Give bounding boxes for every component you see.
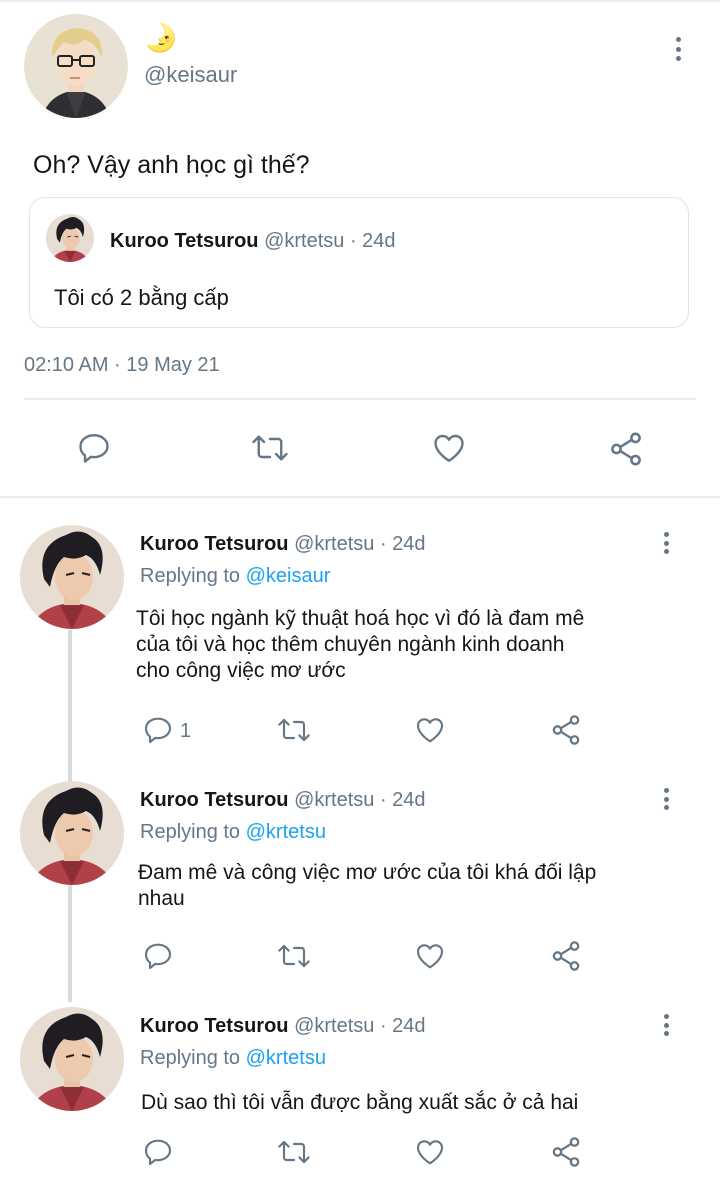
like-icon[interactable] <box>413 1136 447 1168</box>
quote-handle[interactable]: @krtetsu <box>264 230 344 252</box>
like-icon[interactable] <box>413 940 447 972</box>
tweet-timestamp: 02:10 AM · 19 May 21 <box>24 354 220 376</box>
reply-age: · 24d <box>379 789 426 811</box>
reply-text-line: Tôi học ngành kỹ thuật hoá học vì đó là … <box>136 607 585 630</box>
replying-prefix: Replying to <box>140 565 241 587</box>
tweet-text: Oh? Vậy anh học gì thế? <box>33 151 310 179</box>
divider <box>24 398 696 400</box>
retweet-icon[interactable] <box>250 430 290 466</box>
reply-text: Dù sao thì tôi vẫn được bằng xuất sắc ở … <box>141 1090 578 1116</box>
reply-age: · 24d <box>379 1015 426 1037</box>
replying-to-link[interactable]: @krtetsu <box>246 1047 326 1069</box>
replying-to: Replying to @krtetsu <box>140 1046 326 1070</box>
more-options-icon[interactable] <box>662 1014 670 1036</box>
like-icon[interactable] <box>413 714 447 746</box>
reply-header: Kuroo Tetsurou @krtetsu · 24d <box>140 1014 426 1038</box>
reply-count: 1 <box>180 720 192 742</box>
reply-name[interactable]: Kuroo Tetsurou <box>140 533 289 555</box>
share-icon[interactable] <box>549 939 583 973</box>
replying-to-link[interactable]: @krtetsu <box>246 821 326 843</box>
reply-handle[interactable]: @krtetsu <box>294 1015 374 1037</box>
reply-age: · 24d <box>379 533 426 555</box>
quote-header: Kuroo Tetsurou @krtetsu · 24d <box>110 229 396 253</box>
retweet-icon[interactable] <box>276 940 312 972</box>
reply-icon[interactable] <box>76 430 112 466</box>
display-name[interactable]: 🌛 <box>144 22 178 54</box>
reply-name[interactable]: Kuroo Tetsurou <box>140 1015 289 1037</box>
replying-prefix: Replying to <box>140 1047 241 1069</box>
reply-icon[interactable] <box>142 940 174 972</box>
quote-age: · 24d <box>349 230 396 252</box>
reply-icon[interactable] <box>142 714 174 746</box>
like-icon[interactable] <box>430 430 468 466</box>
avatar-keisaur[interactable] <box>24 14 128 118</box>
reply-text-line: Đam mê và công việc mơ ước của tôi khá đ… <box>138 861 597 884</box>
reply-text: Đam mê và công việc mơ ước của tôi khá đ… <box>138 860 596 912</box>
reply-handle[interactable]: @krtetsu <box>294 789 374 811</box>
reply-text-line: của tôi và học thêm chuyên ngành kinh do… <box>136 633 565 656</box>
reply-handle[interactable]: @krtetsu <box>294 533 374 555</box>
reply-text-line: nhau <box>138 887 185 910</box>
reply-header: Kuroo Tetsurou @krtetsu · 24d <box>140 788 426 812</box>
replying-to: Replying to @krtetsu <box>140 820 326 844</box>
avatar-krtetsu[interactable] <box>20 781 124 885</box>
handle[interactable]: @keisaur <box>144 62 237 88</box>
reply-name[interactable]: Kuroo Tetsurou <box>140 789 289 811</box>
more-options-icon[interactable] <box>662 532 670 554</box>
reply-text: Tôi học ngành kỹ thuật hoá học vì đó là … <box>136 606 584 684</box>
replying-prefix: Replying to <box>140 821 241 843</box>
reply-text-line: cho công việc mơ ước <box>136 659 346 682</box>
reply-icon[interactable] <box>142 1136 174 1168</box>
avatar-krtetsu[interactable] <box>20 1007 124 1111</box>
section-divider <box>0 496 720 498</box>
retweet-icon[interactable] <box>276 714 312 746</box>
more-options-icon[interactable] <box>674 37 682 61</box>
share-icon[interactable] <box>549 1135 583 1169</box>
share-icon[interactable] <box>549 713 583 747</box>
quote-name[interactable]: Kuroo Tetsurou <box>110 230 259 252</box>
share-icon[interactable] <box>606 430 646 468</box>
top-divider <box>0 0 720 2</box>
reply-text-line: Dù sao thì tôi vẫn được bằng xuất sắc ở … <box>141 1091 579 1114</box>
replying-to-link[interactable]: @keisaur <box>246 565 331 587</box>
replying-to: Replying to @keisaur <box>140 564 330 588</box>
avatar-krtetsu[interactable] <box>46 214 94 262</box>
avatar-krtetsu[interactable] <box>20 525 124 629</box>
retweet-icon[interactable] <box>276 1136 312 1168</box>
reply-header: Kuroo Tetsurou @krtetsu · 24d <box>140 532 426 556</box>
quote-text: Tôi có 2 bằng cấp <box>54 285 229 310</box>
more-options-icon[interactable] <box>662 788 670 810</box>
